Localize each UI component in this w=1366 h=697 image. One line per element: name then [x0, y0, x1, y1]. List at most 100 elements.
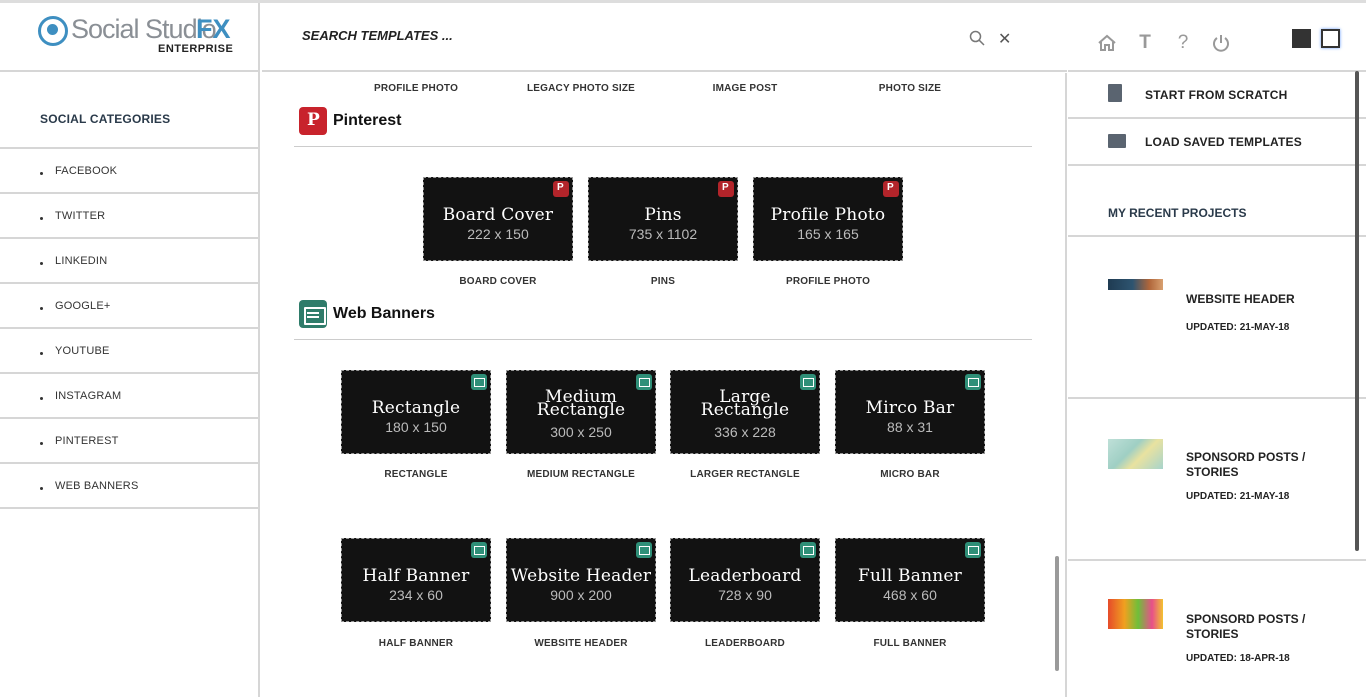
text-icon[interactable]: T: [1135, 33, 1155, 53]
recent-projects-title: MY RECENT PROJECTS: [1068, 166, 1366, 237]
sidebar-item-pinterest[interactable]: PINTEREST: [0, 419, 258, 464]
bullet-icon: [40, 217, 43, 220]
recent-project[interactable]: SPONSORD POSTS / STORIES UPDATED: 21-MAY…: [1068, 399, 1366, 561]
light-theme-toggle[interactable]: [1321, 29, 1340, 48]
bullet-icon: [40, 442, 43, 445]
search-input[interactable]: [302, 28, 902, 43]
main-scrollbar[interactable]: [1055, 556, 1059, 671]
project-thumbnail: [1108, 279, 1163, 290]
template-card-half-banner[interactable]: Half Banner 234 x 60: [341, 538, 491, 622]
web-banner-icon: [965, 542, 981, 558]
template-gallery: PROFILE PHOTO LEGACY PHOTO SIZE IMAGE PO…: [262, 73, 1067, 697]
web-banner-icon: [800, 374, 816, 390]
help-icon[interactable]: ?: [1173, 33, 1193, 53]
left-sidebar: Social Studio FX ENTERPRISE SOCIAL CATEG…: [0, 3, 260, 697]
card-size: 468 x 60: [883, 587, 937, 603]
card-label: MEDIUM RECTANGLE: [526, 469, 635, 480]
card-size: 300 x 250: [550, 424, 612, 440]
logo-subtitle: ENTERPRISE: [158, 43, 234, 55]
logo-icon: [38, 16, 68, 46]
card-title: Website Header: [510, 566, 652, 586]
action-label: LOAD SAVED TEMPLATES: [1145, 135, 1302, 149]
sidebar-item-facebook[interactable]: FACEBOOK: [0, 149, 258, 194]
card-title-line2: Rectangle: [700, 400, 790, 420]
card-label: PINS: [650, 276, 676, 287]
sidebar-item-label: YOUTUBE: [55, 345, 110, 357]
card-size: 728 x 90: [718, 587, 772, 603]
card-label: HALF BANNER: [378, 638, 454, 649]
start-from-scratch-button[interactable]: START FROM SCRATCH: [1068, 72, 1366, 119]
home-icon[interactable]: [1097, 33, 1117, 53]
project-updated: UPDATED: 21-MAY-18: [1186, 491, 1290, 502]
card-label: IMAGE POST: [712, 83, 778, 94]
card-size: 180 x 150: [385, 419, 447, 435]
card-size: 900 x 200: [550, 587, 612, 603]
recent-project[interactable]: SPONSORD POSTS / STORIES UPDATED: 18-APR…: [1068, 561, 1366, 697]
sidebar-item-label: FACEBOOK: [55, 165, 118, 177]
template-card-website-header[interactable]: Website Header 900 x 200: [506, 538, 656, 622]
card-label: PROFILE PHOTO: [373, 83, 459, 94]
sidebar-item-googleplus[interactable]: GOOGLE+: [0, 284, 258, 329]
card-size: 222 x 150: [467, 226, 529, 242]
web-banner-icon: [471, 542, 487, 558]
card-label: WEBSITE HEADER: [534, 638, 628, 649]
card-size: 735 x 1102: [628, 226, 698, 242]
load-saved-templates-button[interactable]: LOAD SAVED TEMPLATES: [1068, 119, 1366, 166]
card-label: FULL BANNER: [873, 638, 947, 649]
card-title-line2: Rectangle: [536, 400, 626, 420]
web-banners-section-header: Web Banners: [294, 300, 1032, 340]
sidebar-item-instagram[interactable]: INSTAGRAM: [0, 374, 258, 419]
app-logo[interactable]: Social Studio FX ENTERPRISE: [0, 3, 258, 72]
project-thumbnail: [1108, 599, 1163, 629]
template-card-large-rectangle[interactable]: Large Rectangle 336 x 228: [670, 370, 820, 454]
pinterest-icon: [883, 181, 899, 197]
sidebar-item-label: PINTEREST: [55, 435, 119, 447]
dark-theme-toggle[interactable]: [1292, 29, 1311, 48]
sidebar-item-web-banners[interactable]: WEB BANNERS: [0, 464, 258, 509]
bullet-icon: [40, 307, 43, 310]
toolbar: T ?: [1068, 3, 1366, 72]
sidebar-item-linkedin[interactable]: LINKEDIN: [0, 239, 258, 284]
template-card-micro-bar[interactable]: Mirco Bar 88 x 31: [835, 370, 985, 454]
web-banner-icon: [636, 542, 652, 558]
action-label: START FROM SCRATCH: [1145, 88, 1288, 102]
sidebar-item-youtube[interactable]: YOUTUBE: [0, 329, 258, 374]
sidebar-item-label: INSTAGRAM: [55, 390, 122, 402]
bullet-icon: [40, 262, 43, 265]
project-title: SPONSORD POSTS / STORIES: [1186, 450, 1306, 479]
card-label: PHOTO SIZE: [878, 83, 942, 94]
web-banner-icon: [471, 374, 487, 390]
card-title: Half Banner: [362, 566, 470, 586]
sidebar-item-twitter[interactable]: TWITTER: [0, 194, 258, 239]
web-banner-icon: [299, 300, 327, 328]
card-title: Pins: [644, 205, 682, 225]
template-card-board-cover[interactable]: Board Cover 222 x 150: [423, 177, 573, 261]
bullet-icon: [40, 397, 43, 400]
web-banner-icon: [636, 374, 652, 390]
card-title: Full Banner: [858, 566, 962, 586]
close-icon[interactable]: ✕: [998, 32, 1011, 48]
template-card-leaderboard[interactable]: Leaderboard 728 x 90: [670, 538, 820, 622]
template-card-pins[interactable]: Pins 735 x 1102: [588, 177, 738, 261]
social-categories-title: SOCIAL CATEGORIES: [0, 72, 258, 149]
card-size: 88 x 31: [887, 419, 933, 435]
card-title: Board Cover: [442, 205, 554, 225]
template-card-rectangle[interactable]: Rectangle 180 x 150: [341, 370, 491, 454]
template-card-medium-rectangle[interactable]: Medium Rectangle 300 x 250: [506, 370, 656, 454]
pinterest-icon: [299, 107, 327, 135]
right-scrollbar[interactable]: [1355, 71, 1359, 551]
template-card-profile-photo[interactable]: Profile Photo 165 x 165: [753, 177, 903, 261]
sidebar-item-label: GOOGLE+: [55, 300, 111, 312]
project-title: WEBSITE HEADER: [1186, 292, 1295, 306]
card-size: 234 x 60: [389, 587, 443, 603]
pinterest-icon: [553, 181, 569, 197]
template-card-full-banner[interactable]: Full Banner 468 x 60: [835, 538, 985, 622]
project-thumbnail: [1108, 439, 1163, 469]
search-icon[interactable]: [969, 30, 985, 46]
card-label: RECTANGLE: [384, 469, 448, 480]
card-title: Profile Photo: [770, 205, 886, 225]
recent-project[interactable]: WEBSITE HEADER UPDATED: 21-MAY-18: [1068, 237, 1366, 399]
power-icon[interactable]: [1211, 33, 1231, 53]
pinterest-icon: [718, 181, 734, 197]
bullet-icon: [40, 352, 43, 355]
